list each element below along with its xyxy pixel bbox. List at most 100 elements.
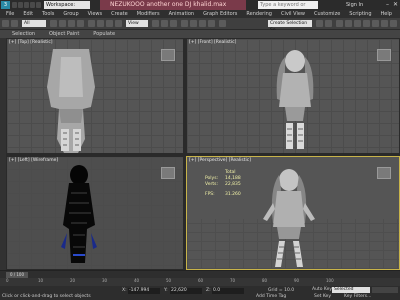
select-by-name-icon[interactable] [59,20,66,27]
redo-icon[interactable] [36,2,41,8]
menu-views[interactable]: Views [88,11,102,17]
spinner-snap-icon[interactable] [208,20,215,27]
viewport-perspective[interactable]: [+] [Perspective] [Realistic] Total Poly… [186,156,400,270]
menu-graph-editors[interactable]: Graph Editors [203,11,237,17]
viewport-top[interactable]: [+] [Top] [Realistic] [6,38,184,154]
reference-coordinate-dropdown[interactable]: View [126,20,148,27]
menu-help[interactable]: Help [381,11,392,17]
named-selection-dropdown[interactable]: Create Selection Se [268,20,312,33]
select-object-icon[interactable] [50,20,57,27]
percent-snap-icon[interactable] [199,20,206,27]
angle-snap-icon[interactable] [190,20,197,27]
save-file-icon[interactable] [24,2,29,8]
add-time-tag-button[interactable]: Add Time Tag [256,294,286,299]
viewcube-icon[interactable] [377,49,391,61]
track-tick: 20 [70,278,76,283]
viewcube-icon[interactable] [377,167,391,179]
character-model-top [47,49,95,153]
search-input[interactable]: Type a keyword or phrase [258,1,318,16]
fps-value: 31.260 [225,192,241,197]
z-coordinate-field[interactable]: 0.0 [212,288,244,294]
viewport-label[interactable]: [+] [Top] [Realistic] [9,40,53,45]
character-model-wireframe [61,165,97,263]
menu-bar: File Edit Tools Group Views Create Modif… [0,10,400,18]
tab-populate[interactable]: Populate [93,31,115,37]
time-slider[interactable]: 0 / 100 [0,270,400,278]
pivot-center-icon[interactable] [152,20,159,27]
viewport-label[interactable]: [+] [Perspective] [Realistic] [189,158,251,163]
rectangular-selection-icon[interactable] [68,20,75,27]
render-frame-icon[interactable] [381,20,388,27]
tab-selection[interactable]: Selection [12,31,35,37]
menu-file[interactable]: File [6,11,14,17]
3ds-max-icon[interactable]: 3 [1,1,10,9]
viewcube-icon[interactable] [161,167,175,179]
schematic-view-icon[interactable] [354,20,361,27]
ribbon-tabs: Selection Object Paint Populate [0,30,400,38]
placement-icon[interactable] [115,20,122,27]
character-model-front [276,50,314,149]
edit-named-selection-icon[interactable] [219,20,226,27]
main-toolbar: All View Create Selection Se [0,18,400,33]
viewport-statistics: Total Polys: 14,188 Verts: 22,835 FPS: 31.2… [205,170,241,198]
select-manipulate-icon[interactable] [161,20,168,27]
render-icon[interactable] [390,20,397,27]
menu-modifiers[interactable]: Modifiers [137,11,160,17]
window-crossing-icon[interactable] [77,20,84,27]
menu-scripting[interactable]: Scripting [349,11,371,17]
viewcube-icon[interactable] [161,49,175,61]
menu-rendering[interactable]: Rendering [246,11,272,17]
auto-key-button[interactable]: Auto Key [312,287,332,293]
material-editor-icon[interactable] [363,20,370,27]
viewport-area: [+] [Top] [Realistic] [+] [Front] [Reali… [6,38,400,270]
redo-icon[interactable] [11,20,18,27]
set-key-button[interactable]: Set Key [314,294,331,299]
viewport-label[interactable]: [+] [Left] [Wireframe] [9,158,58,163]
viewport-left[interactable]: [+] [Left] [Wireframe] [6,156,184,270]
rotate-icon[interactable] [97,20,104,27]
track-tick: 70 [230,278,236,283]
layer-explorer-icon[interactable] [336,20,343,27]
track-bar[interactable]: 0 10 20 30 40 50 60 70 80 90 100 [0,278,400,286]
track-tick: 0 [6,278,9,283]
scale-icon[interactable] [106,20,113,27]
menu-customize[interactable]: Customize [314,11,340,17]
snaps-toggle-icon[interactable] [181,20,188,27]
menu-create[interactable]: Create [111,11,128,17]
tab-object-paint[interactable]: Object Paint [49,31,79,37]
playback-controls[interactable] [372,287,398,293]
render-setup-icon[interactable] [372,20,379,27]
workspace-dropdown[interactable]: Workspace: Default [44,1,90,16]
move-icon[interactable] [88,20,95,27]
sign-in-link[interactable]: Sign In [346,1,363,9]
open-file-icon[interactable] [18,2,23,8]
close-icon[interactable]: ✕ [393,1,398,9]
menu-group[interactable]: Group [63,11,78,17]
track-tick: 30 [102,278,108,283]
keyboard-shortcut-icon[interactable] [170,20,177,27]
track-tick: 60 [198,278,204,283]
align-icon[interactable] [325,20,332,27]
menu-civil-view[interactable]: Civil View [281,11,305,17]
key-filters-button[interactable]: Key Filters... [344,294,371,299]
menu-animation[interactable]: Animation [169,11,195,17]
undo-icon[interactable] [30,2,35,8]
track-tick: 80 [262,278,268,283]
undo-icon[interactable] [2,20,9,27]
verts-value: 22,835 [225,182,241,187]
menu-edit[interactable]: Edit [23,11,33,17]
auto-key-selection-dropdown[interactable]: Selected [332,287,370,293]
x-coordinate-field[interactable]: -147.994 [128,288,160,294]
selection-filter-dropdown[interactable]: All [22,20,46,27]
mirror-icon[interactable] [316,20,323,27]
viewport-label[interactable]: [+] [Front] [Realistic] [189,40,236,45]
minimize-icon[interactable]: – [386,1,389,9]
viewport-front[interactable]: [+] [Front] [Realistic] [186,38,400,154]
track-tick: 10 [38,278,44,283]
y-coordinate-field[interactable]: 22,620 [170,288,202,294]
y-label: Y: [164,288,168,293]
new-file-icon[interactable] [12,2,17,8]
document-title: NEZUKOOO another one DJ khalid.max [110,1,227,8]
curve-editor-icon[interactable] [345,20,352,27]
menu-tools[interactable]: Tools [42,11,54,17]
